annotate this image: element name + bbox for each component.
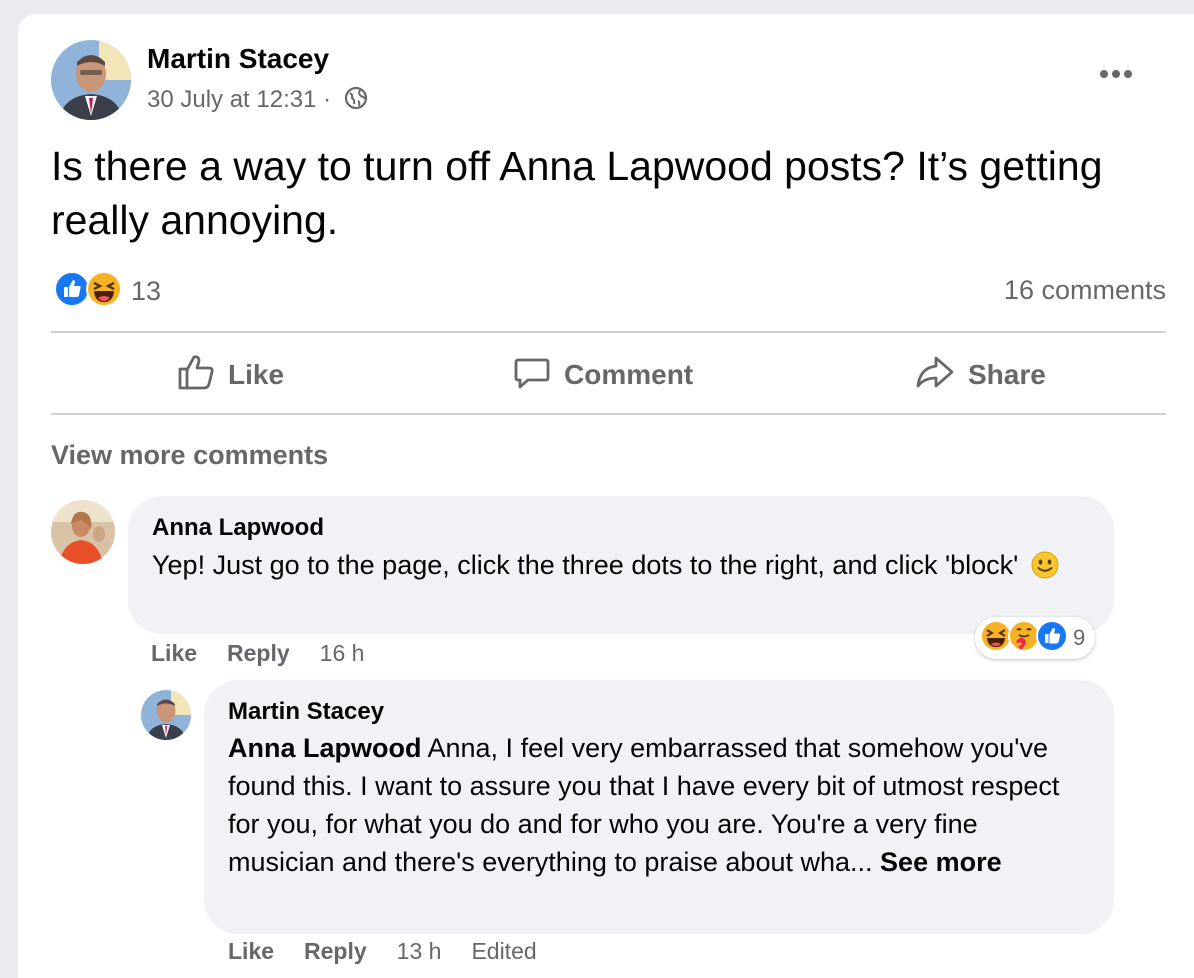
reactions-summary[interactable]: 13	[53, 270, 162, 313]
comment-text: Yep! Just go to the page, click the thre…	[152, 546, 1082, 590]
slightly-smiling-face-icon	[1030, 550, 1060, 590]
divider-bottom	[51, 413, 1166, 415]
comment-body: Yep! Just go to the page, click the thre…	[152, 550, 1019, 580]
reply-text: Anna Lapwood Anna, I feel very embarrass…	[228, 729, 1088, 881]
comment-reply-button[interactable]: Reply	[227, 640, 290, 667]
like-button[interactable]: Like	[176, 352, 284, 398]
globe-icon	[344, 86, 368, 117]
post-text: Is there a way to turn off Anna Lapwood …	[51, 143, 1103, 243]
comment-button-label: Comment	[564, 359, 694, 390]
meta-separator: ·	[323, 86, 332, 113]
comment-author-name[interactable]: Anna Lapwood	[152, 514, 324, 542]
reply-time[interactable]: 13 h	[397, 938, 442, 965]
thumbs-up-icon	[176, 352, 228, 399]
share-icon	[914, 352, 968, 399]
reply-like-button[interactable]: Like	[228, 938, 274, 965]
comment-button[interactable]: Comment	[512, 352, 693, 398]
haha-icon	[85, 270, 123, 313]
see-more-link[interactable]: See more	[880, 847, 1002, 877]
comment-reaction-count: 9	[1073, 625, 1086, 650]
reply-bubble: Martin Stacey Anna Lapwood Anna, I feel …	[204, 680, 1114, 934]
comments-count[interactable]: 16 comments	[1004, 275, 1166, 306]
reply-author-name[interactable]: Martin Stacey	[228, 698, 384, 726]
post-meta: 30 July at 12:31 ·	[147, 86, 368, 117]
reply-actions: Like Reply 13 h Edited	[228, 938, 567, 965]
author-avatar[interactable]	[51, 40, 131, 120]
comment-bubble: Anna Lapwood Yep! Just go to the page, c…	[128, 496, 1114, 634]
commenter-avatar[interactable]	[51, 500, 115, 564]
view-more-comments-link[interactable]: View more comments	[51, 440, 328, 471]
comment-icon	[512, 352, 564, 399]
reaction-count: 13	[131, 275, 162, 306]
more-options-icon[interactable]	[1098, 56, 1134, 92]
share-button[interactable]: Share	[914, 352, 1046, 398]
divider-top	[51, 331, 1166, 333]
post-author-name[interactable]: Martin Stacey	[147, 43, 329, 75]
comment-actions: Like Reply 16 h	[151, 640, 394, 667]
reply-reply-button[interactable]: Reply	[304, 938, 367, 965]
reply-author-avatar[interactable]	[141, 690, 191, 740]
comment-reactions[interactable]: 9	[975, 617, 1096, 659]
share-button-label: Share	[968, 359, 1046, 390]
edited-label: Edited	[471, 938, 537, 964]
like-button-label: Like	[228, 359, 285, 390]
mention-link[interactable]: Anna Lapwood	[228, 733, 421, 763]
post-timestamp[interactable]: 30 July at 12:31	[147, 86, 316, 113]
comment-like-button[interactable]: Like	[151, 640, 197, 667]
like-icon	[1035, 619, 1069, 658]
comment-time[interactable]: 16 h	[320, 640, 365, 667]
